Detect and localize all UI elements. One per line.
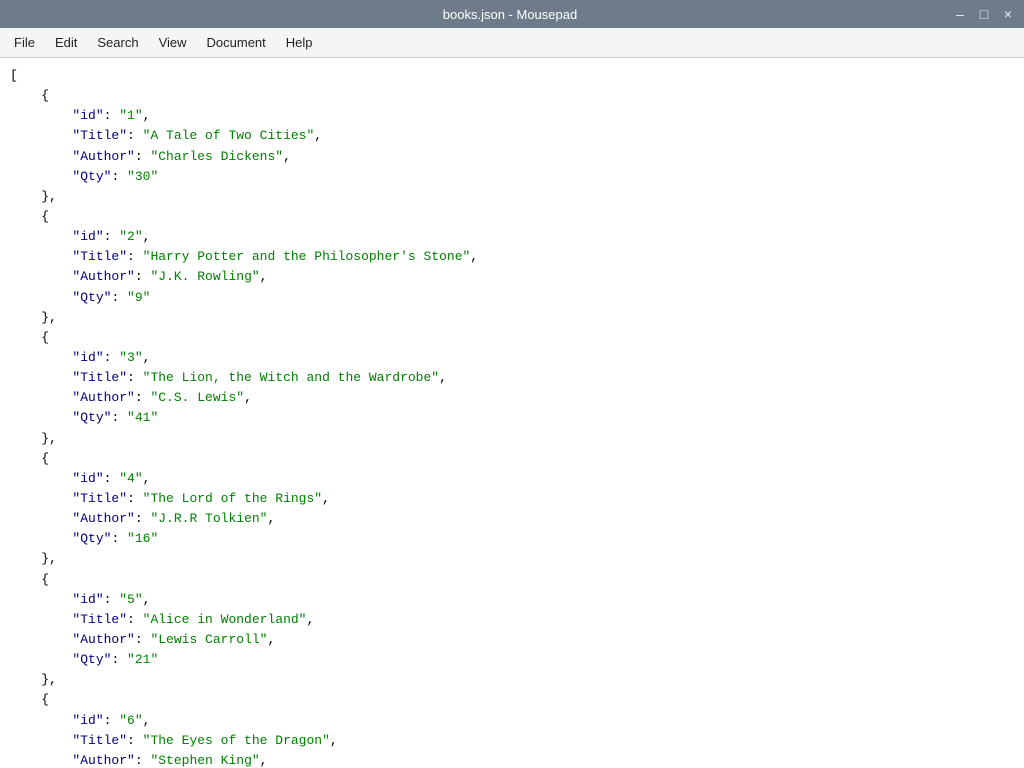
editor-content[interactable]: [ { "id": "1", "Title": "A Tale of Two C… — [0, 58, 1024, 768]
editor-wrapper: [ { "id": "1", "Title": "A Tale of Two C… — [0, 58, 1024, 768]
close-button[interactable]: × — [998, 4, 1018, 24]
window-controls: – □ × — [950, 4, 1024, 24]
minimize-button[interactable]: – — [950, 4, 970, 24]
menu-bar: FileEditSearchViewDocumentHelp — [0, 28, 1024, 58]
menu-item-edit[interactable]: Edit — [45, 31, 87, 54]
menu-item-view[interactable]: View — [149, 31, 197, 54]
menu-item-document[interactable]: Document — [197, 31, 276, 54]
menu-item-file[interactable]: File — [4, 31, 45, 54]
menu-item-search[interactable]: Search — [87, 31, 148, 54]
code-area: [ { "id": "1", "Title": "A Tale of Two C… — [0, 62, 1024, 768]
title-bar: books.json - Mousepad – □ × — [0, 0, 1024, 28]
maximize-button[interactable]: □ — [974, 4, 994, 24]
window-title: books.json - Mousepad — [70, 7, 950, 22]
menu-item-help[interactable]: Help — [276, 31, 323, 54]
